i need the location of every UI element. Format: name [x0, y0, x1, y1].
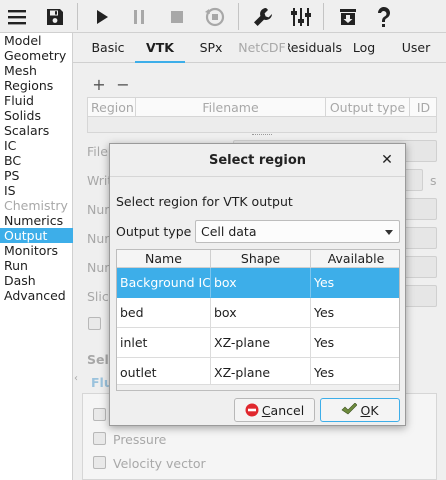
sidebar-item-ps[interactable]: PS [0, 168, 73, 183]
add-region-button[interactable]: + [91, 77, 107, 93]
save-icon[interactable] [41, 3, 69, 31]
pressure-checkbox[interactable] [93, 432, 106, 445]
sidebar-item-scalars[interactable]: Scalars [0, 123, 73, 138]
column-header-id: ID [416, 100, 431, 115]
slice-label: Slic [87, 289, 109, 304]
output-type-label: Output type [116, 224, 192, 239]
cancel-icon [245, 403, 259, 417]
column-header-shape: Shape [211, 250, 311, 268]
tab-log[interactable]: Log [347, 33, 381, 63]
sidebar-item-is[interactable]: IS [0, 183, 73, 198]
option-checkbox[interactable] [88, 317, 101, 330]
remove-region-button[interactable]: − [115, 77, 131, 93]
region-available-cell: Yes [311, 298, 399, 328]
help-icon[interactable] [370, 3, 398, 31]
output-type-select[interactable]: Cell data [195, 220, 400, 243]
region-available-cell: Yes [311, 328, 399, 358]
menu-icon[interactable] [3, 3, 31, 31]
sidebar-item-bc[interactable]: BC [0, 153, 73, 168]
toolbar-separator [238, 3, 239, 30]
sidebar-item-output[interactable]: Output [0, 228, 73, 243]
velocity-vector-checkbox[interactable] [93, 456, 106, 469]
sidebar-item-mesh[interactable]: Mesh [0, 63, 73, 78]
download-icon[interactable] [334, 3, 362, 31]
chevron-down-icon [385, 230, 393, 235]
pressure-label: Pressure [113, 432, 167, 447]
close-icon[interactable]: ✕ [379, 152, 395, 168]
sidebar-item-dash[interactable]: Dash [0, 273, 73, 288]
region-shape-cell: box [211, 268, 311, 298]
sidebar-nav: Model Geometry Mesh Regions Fluid Solids… [0, 33, 73, 480]
sidebar-item-fluid[interactable]: Fluid [0, 93, 73, 108]
stop-icon[interactable] [163, 3, 191, 31]
reset-icon[interactable] [201, 3, 229, 31]
tab-netcdf: NetCDF [238, 40, 286, 55]
select-region-dialog: Select region ✕ Select region for VTK ou… [109, 143, 406, 426]
tab-basic[interactable]: Basic [87, 33, 129, 63]
column-header-filename: Filename [136, 98, 326, 118]
sidebar-item-monitors[interactable]: Monitors [0, 243, 73, 258]
toolbar-separator [323, 3, 324, 30]
sidebar-item-chemistry: Chemistry [4, 198, 68, 213]
sidebar-item-model[interactable]: Model [0, 33, 73, 48]
sliders-icon[interactable] [287, 3, 315, 31]
column-header-name: Name [117, 250, 211, 268]
tab-vtk[interactable]: VTK [135, 33, 185, 63]
region-name-cell: Background IC [117, 268, 211, 298]
sidebar-item-regions[interactable]: Regions [0, 78, 73, 93]
region-shape-cell: XZ-plane [211, 328, 311, 358]
tab-spx[interactable]: SPx [191, 33, 231, 63]
region-available-cell: Yes [311, 268, 399, 298]
dialog-message: Select region for VTK output [116, 194, 293, 209]
table-row[interactable]: Background IC box Yes [117, 268, 399, 298]
pause-icon[interactable] [125, 3, 153, 31]
region-shape-cell: box [211, 298, 311, 328]
scroll-left-icon[interactable]: ‹ [74, 373, 78, 384]
dialog-title: Select region [110, 144, 405, 177]
region-table: Name Shape Available Background IC box Y… [116, 249, 400, 391]
toolbar-separator [77, 3, 78, 30]
tab-user[interactable]: User [395, 33, 437, 63]
tab-residuals[interactable]: Residuals [288, 33, 342, 63]
splitter-handle[interactable] [252, 134, 272, 138]
ok-button-label: OK [360, 402, 379, 418]
vtk-regions-table-header: Region Filename Output type ID [87, 97, 437, 118]
region-name-cell: inlet [117, 328, 211, 358]
output-type-value: Cell data [201, 224, 257, 239]
table-row[interactable]: bed box Yes [117, 298, 399, 328]
sidebar-item-solids[interactable]: Solids [0, 108, 73, 123]
cancel-button[interactable]: Cancel [234, 398, 315, 422]
cancel-button-label: Cancel [261, 402, 305, 418]
table-row[interactable]: inlet XZ-plane Yes [117, 328, 399, 358]
play-icon[interactable] [88, 3, 116, 31]
velocity-vector-label: Velocity vector [113, 456, 206, 471]
ok-check-icon [341, 403, 358, 415]
sidebar-item-advanced[interactable]: Advanced [0, 288, 73, 303]
output-tabs: Basic VTK SPx NetCDF Residuals Log User [73, 33, 446, 63]
sidebar-item-geometry[interactable]: Geometry [0, 48, 73, 63]
ok-button[interactable]: OK [320, 398, 400, 422]
vtk-regions-table [87, 117, 437, 133]
sidebar-item-numerics[interactable]: Numerics [0, 213, 73, 228]
wrench-icon[interactable] [249, 3, 277, 31]
sidebar-item-ic[interactable]: IC [0, 138, 73, 153]
column-header-region: Region [88, 98, 136, 118]
region-name-cell: bed [117, 298, 211, 328]
column-header-output-type: Output type [326, 98, 410, 118]
seconds-unit-label: s [430, 173, 437, 188]
filename-label: File [87, 144, 108, 159]
column-header-available: Available [311, 250, 399, 268]
variable-checkbox[interactable] [93, 408, 106, 421]
toolbar [0, 0, 446, 33]
horizontal-scrollbar[interactable] [117, 384, 399, 390]
sidebar-item-run[interactable]: Run [0, 258, 73, 273]
